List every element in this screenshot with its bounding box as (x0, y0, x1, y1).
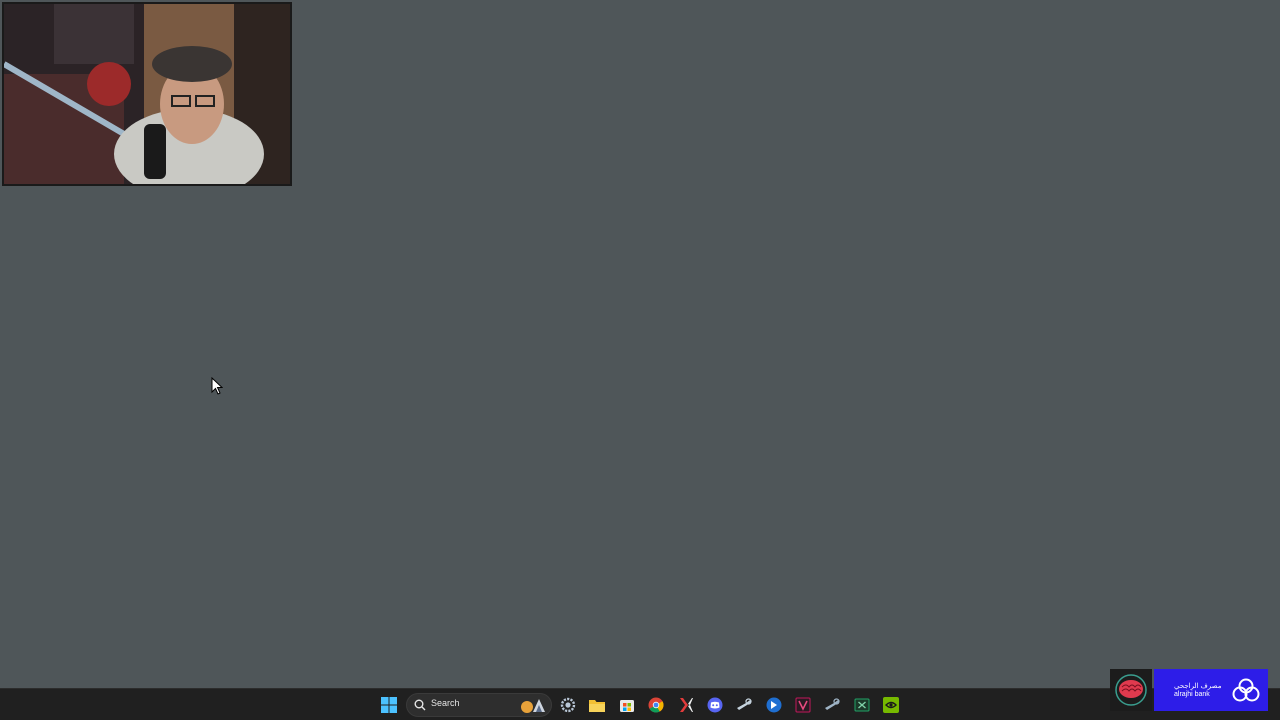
bank-name-english: alrajhi bank (1174, 691, 1210, 698)
discord-icon[interactable] (705, 695, 725, 715)
webcam-overlay (2, 2, 292, 186)
file-explorer-icon[interactable] (587, 695, 607, 715)
search-highlight-icon (521, 699, 545, 713)
alrajhi-logo-icon (1232, 678, 1260, 702)
alrajhi-bank-banner: مصرف الراجحي alrajhi bank (1154, 669, 1268, 711)
settings-icon[interactable] (558, 695, 578, 715)
taskbar: Search (0, 688, 1280, 720)
start-icon[interactable] (379, 695, 399, 715)
app-x-icon[interactable] (676, 695, 696, 715)
sponsor-overlay: مصرف الراجحي alrajhi bank (1110, 669, 1268, 711)
excel-icon[interactable] (852, 695, 872, 715)
mouse-cursor-icon (211, 377, 223, 395)
search-input[interactable]: Search (406, 693, 552, 717)
nvidia-icon[interactable] (881, 695, 901, 715)
store-icon[interactable] (617, 695, 637, 715)
steam-icon[interactable] (734, 695, 754, 715)
app-v-icon[interactable] (793, 695, 813, 715)
steam-icon[interactable] (822, 695, 842, 715)
search-icon (414, 699, 426, 711)
app-arrow-icon[interactable] (764, 695, 784, 715)
search-label: Search (431, 698, 460, 708)
bank-name-arabic: مصرف الراجحي (1174, 683, 1222, 690)
chrome-icon[interactable] (646, 695, 666, 715)
brain-logo-icon (1110, 669, 1152, 711)
